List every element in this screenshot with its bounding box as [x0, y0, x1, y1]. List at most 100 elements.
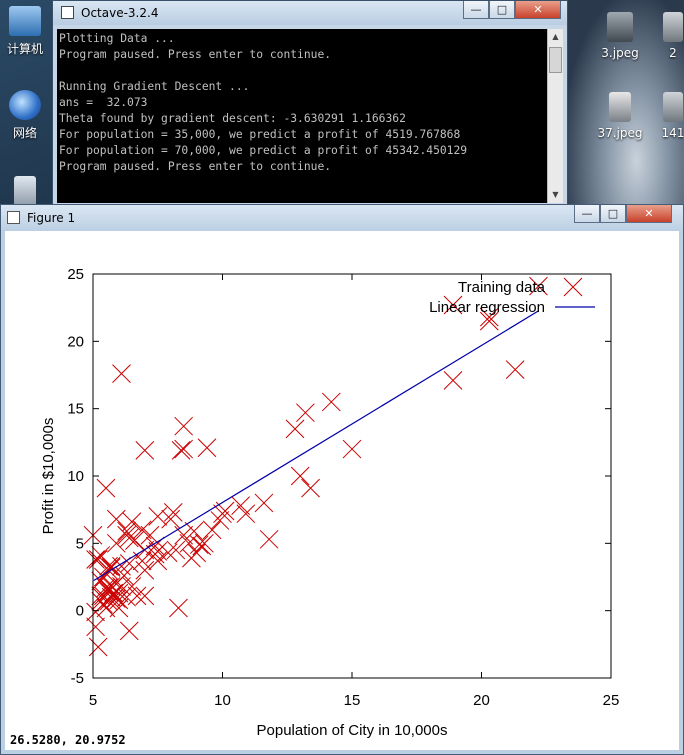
data-point — [135, 586, 155, 606]
desktop-icon-partial-2[interactable]: 2 — [658, 12, 684, 60]
maximize-button[interactable]: □ — [489, 1, 515, 19]
data-point — [135, 441, 155, 460]
console-output[interactable]: Plotting Data ... Program paused. Press … — [57, 29, 549, 203]
data-point — [148, 507, 168, 526]
image-file-icon — [663, 92, 683, 122]
data-point — [88, 637, 108, 657]
x-tick-label: 10 — [214, 692, 231, 709]
y-tick-label: 25 — [67, 266, 84, 283]
x-tick-label: 15 — [344, 692, 361, 709]
image-file-icon — [607, 12, 633, 42]
maximize-icon: □ — [607, 207, 619, 220]
data-point — [86, 617, 105, 637]
console-app-icon — [61, 6, 74, 19]
legend: Training data Linear regression — [429, 277, 595, 316]
image-file-icon — [663, 12, 683, 42]
computer-icon — [9, 6, 41, 36]
plot-frame — [92, 273, 612, 679]
minimize-button[interactable]: — — [463, 1, 489, 19]
console-output-text: Plotting Data ... Program paused. Press … — [59, 32, 468, 173]
x-axis-label: Population of City in 10,000s — [257, 722, 448, 739]
close-icon: ✕ — [644, 207, 654, 220]
desktop-icon-network[interactable]: 网络 — [0, 90, 50, 141]
data-point — [125, 531, 144, 550]
desktop-icon-label: 计算机 — [6, 42, 43, 56]
y-tick-label: -5 — [71, 670, 84, 687]
scroll-down-icon[interactable]: ▼ — [548, 187, 563, 203]
data-point — [106, 509, 126, 529]
data-point — [254, 493, 274, 513]
x-tick-label: 25 — [603, 692, 620, 709]
image-file-icon — [609, 92, 631, 122]
y-tick-label: 5 — [76, 535, 84, 552]
console-titlebar[interactable]: Octave-3.2.4 — □ ✕ — [53, 1, 567, 25]
data-point — [122, 512, 142, 532]
x-tick-label: 5 — [89, 692, 97, 709]
octave-console-window[interactable]: Octave-3.2.4 — □ ✕ Plotting Data ... Pro… — [52, 0, 568, 205]
desktop-icon-3jpeg[interactable]: 3.jpeg — [595, 12, 645, 60]
desktop-icon-label: 141 — [661, 126, 684, 140]
data-point — [192, 536, 212, 556]
legend-label-regression: Linear regression — [429, 299, 545, 316]
data-point — [163, 503, 183, 522]
data-point — [117, 521, 137, 541]
figure-close-button[interactable]: ✕ — [626, 205, 672, 223]
desktop-icon-computer[interactable]: 计算机 — [0, 6, 50, 57]
data-point — [443, 371, 463, 390]
scrollbar-thumb[interactable] — [549, 47, 562, 73]
data-point — [210, 511, 230, 530]
y-tick-label: 20 — [67, 333, 84, 350]
figure-app-icon — [7, 211, 20, 224]
network-icon — [9, 90, 41, 120]
figure-maximize-button[interactable]: □ — [600, 205, 626, 223]
data-point — [127, 586, 147, 606]
data-point — [171, 441, 191, 460]
minimize-icon: — — [470, 3, 482, 16]
scatter-plot: 5 10 15 20 25 -5 0 5 10 15 20 25 Population of City… — [40, 266, 620, 739]
data-point — [236, 504, 256, 524]
data-point — [119, 621, 139, 641]
y-tick-label: 0 — [76, 603, 84, 620]
desktop-icon-label: 2 — [669, 46, 677, 60]
desktop-icon-label: 3.jpeg — [601, 46, 639, 60]
console-scrollbar[interactable]: ▲ ▼ — [547, 29, 563, 203]
cursor-coordinate-readout: 26.5280, 20.9752 — [10, 733, 126, 747]
data-point — [174, 439, 194, 459]
data-point — [106, 533, 126, 553]
desktop-icon-label: 37.jpeg — [597, 126, 643, 140]
data-point — [259, 529, 279, 549]
plot-canvas[interactable]: 5 10 15 20 25 -5 0 5 10 15 20 25 Population of City… — [5, 231, 679, 750]
desktop-icon-37jpeg[interactable]: 37.jpeg — [595, 92, 645, 140]
data-point — [342, 439, 362, 459]
data-point — [197, 438, 217, 458]
legend-marker-training — [563, 277, 583, 297]
recycle-bin-icon — [14, 176, 36, 206]
data-point — [290, 466, 310, 486]
y-axis-label: Profit in $10,000s — [40, 418, 57, 535]
data-point — [505, 360, 525, 379]
minimize-icon: — — [581, 207, 593, 220]
desktop-icon-label: 网络 — [12, 126, 37, 140]
y-tick-label: 10 — [67, 468, 84, 485]
x-tick-label: 20 — [473, 692, 490, 709]
figure-title: Figure 1 — [27, 211, 76, 225]
data-point — [174, 416, 194, 436]
data-point — [132, 520, 152, 540]
data-point — [161, 509, 181, 529]
data-point — [119, 528, 139, 548]
scroll-up-icon[interactable]: ▲ — [548, 29, 563, 45]
desktop-icon-partial-141[interactable]: 141 — [658, 92, 684, 140]
data-point — [96, 478, 116, 498]
data-point — [112, 364, 131, 384]
close-button[interactable]: ✕ — [515, 1, 561, 19]
figure-minimize-button[interactable]: — — [574, 205, 600, 223]
y-tick-label: 15 — [67, 401, 84, 418]
regression-line — [93, 310, 539, 582]
close-icon: ✕ — [533, 3, 543, 16]
data-point — [321, 392, 341, 412]
figure-titlebar[interactable]: Figure 1 — □ ✕ — [1, 205, 683, 231]
data-point — [301, 478, 320, 498]
legend-label-training: Training data — [458, 279, 546, 296]
figure-window[interactable]: Figure 1 — □ ✕ 5 10 15 20 25 -5 0 5 10 15 20 25 Pop… — [0, 204, 684, 755]
maximize-icon: □ — [496, 3, 508, 16]
